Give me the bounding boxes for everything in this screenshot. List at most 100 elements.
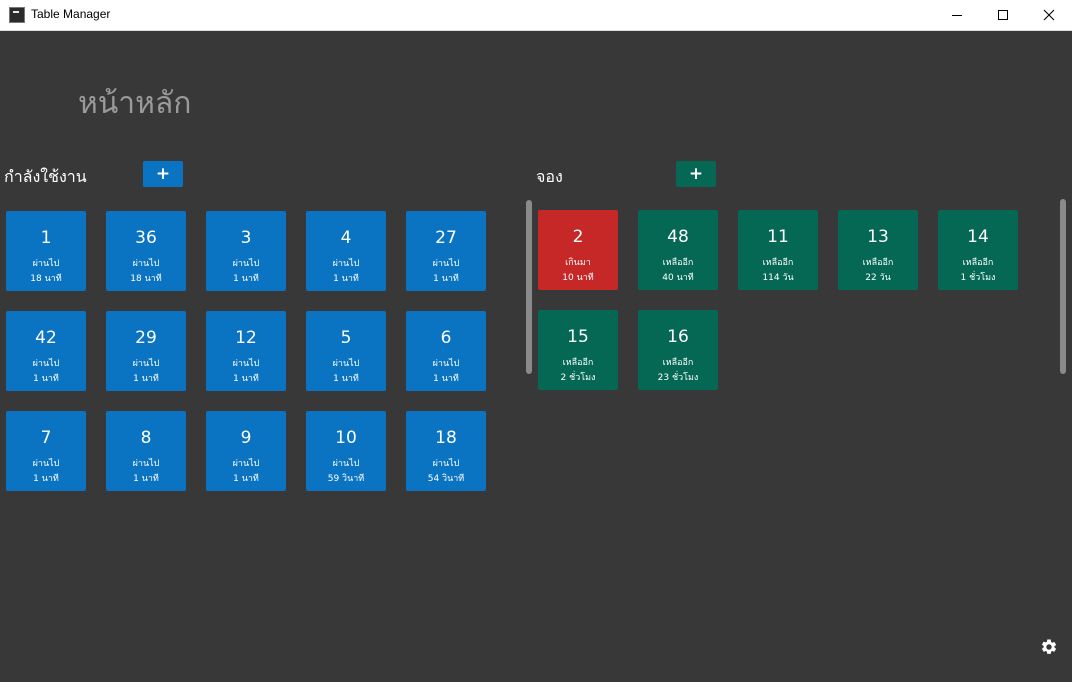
time-value: 1 นาที: [433, 374, 459, 384]
reserved-scrollbar[interactable]: [1060, 199, 1066, 374]
time-label: ผ่านไป: [132, 459, 160, 469]
minimize-button[interactable]: [934, 0, 980, 30]
time-label: ผ่านไป: [432, 259, 460, 269]
reserved-tile[interactable]: 16 เหลืออีก 23 ชั่วโมง: [638, 310, 718, 390]
active-tile[interactable]: 36 ผ่านไป 18 นาที: [106, 211, 186, 291]
time-label: ผ่านไป: [432, 359, 460, 369]
time-value: 23 ชั่วโมง: [657, 373, 699, 383]
active-scrollbar[interactable]: [526, 200, 532, 374]
time-label: ผ่านไป: [32, 259, 60, 269]
time-value: 1 นาที: [133, 374, 159, 384]
table-number: 29: [135, 328, 157, 348]
table-number: 8: [140, 428, 152, 448]
time-value: 1 นาที: [233, 274, 259, 284]
time-value: 59 วินาที: [327, 474, 365, 484]
table-number: 13: [867, 227, 889, 247]
active-tile[interactable]: 1 ผ่านไป 18 นาที: [6, 211, 86, 291]
table-number: 6: [440, 328, 452, 348]
time-label: ผ่านไป: [132, 359, 160, 369]
time-value: 1 ชั่วโมง: [960, 273, 996, 283]
active-tile[interactable]: 12 ผ่านไป 1 นาที: [206, 311, 286, 391]
time-value: 1 นาที: [33, 474, 59, 484]
time-value: 10 นาที: [562, 273, 594, 283]
table-number: 15: [567, 327, 589, 347]
time-label: ผ่านไป: [32, 359, 60, 369]
table-number: 5: [340, 328, 352, 348]
time-label: เหลืออีก: [662, 258, 694, 268]
add-reservation-button[interactable]: +: [676, 161, 716, 187]
time-label: ผ่านไป: [332, 459, 360, 469]
reserved-tile[interactable]: 14 เหลืออีก 1 ชั่วโมง: [938, 210, 1018, 290]
add-active-table-button[interactable]: +: [143, 161, 183, 187]
time-value: 114 วัน: [762, 273, 794, 283]
active-tile[interactable]: 18 ผ่านไป 54 วินาที: [406, 411, 486, 491]
table-number: 7: [40, 428, 52, 448]
close-icon: [1043, 9, 1055, 21]
active-tile[interactable]: 10 ผ่านไป 59 วินาที: [306, 411, 386, 491]
time-label: ผ่านไป: [232, 359, 260, 369]
gear-icon: [1041, 639, 1057, 654]
time-value: 1 นาที: [333, 374, 359, 384]
reserved-tile[interactable]: 15 เหลืออีก 2 ชั่วโมง: [538, 310, 618, 390]
table-number: 3: [240, 228, 252, 248]
time-value: 1 นาที: [133, 474, 159, 484]
time-label: ผ่านไป: [232, 259, 260, 269]
maximize-icon: [998, 10, 1008, 20]
time-value: 22 วัน: [865, 273, 891, 283]
time-value: 2 ชั่วโมง: [560, 373, 596, 383]
close-button[interactable]: [1026, 0, 1072, 30]
table-number: 10: [335, 428, 357, 448]
app-icon: [9, 7, 25, 23]
time-label: เหลืออีก: [562, 358, 594, 368]
table-number: 4: [340, 228, 352, 248]
active-section-title: กำลังใช้งาน: [4, 167, 87, 186]
time-label: เกินมา: [565, 258, 591, 268]
table-number: 2: [572, 227, 584, 247]
active-tile[interactable]: 3 ผ่านไป 1 นาที: [206, 211, 286, 291]
time-value: 40 นาที: [662, 273, 694, 283]
table-number: 42: [35, 328, 57, 348]
time-label: เหลืออีก: [662, 358, 694, 368]
time-value: 1 นาที: [333, 274, 359, 284]
reserved-tile[interactable]: 2 เกินมา 10 นาที: [538, 210, 618, 290]
time-value: 54 วินาที: [427, 474, 465, 484]
time-label: ผ่านไป: [232, 459, 260, 469]
time-label: เหลืออีก: [762, 258, 794, 268]
active-tile[interactable]: 9 ผ่านไป 1 นาที: [206, 411, 286, 491]
active-tile[interactable]: 6 ผ่านไป 1 นาที: [406, 311, 486, 391]
active-tile[interactable]: 7 ผ่านไป 1 นาที: [6, 411, 86, 491]
time-label: เหลืออีก: [962, 258, 994, 268]
time-value: 1 นาที: [233, 374, 259, 384]
table-number: 1: [40, 228, 52, 248]
reserved-tile[interactable]: 11 เหลืออีก 114 วัน: [738, 210, 818, 290]
table-number: 36: [135, 228, 157, 248]
time-label: เหลืออีก: [862, 258, 894, 268]
table-number: 12: [235, 328, 257, 348]
reserved-section-title: จอง: [536, 167, 563, 186]
table-number: 18: [435, 428, 457, 448]
table-number: 48: [667, 227, 689, 247]
table-number: 11: [767, 227, 789, 247]
time-value: 1 นาที: [433, 274, 459, 284]
maximize-button[interactable]: [980, 0, 1026, 30]
window-titlebar: Table Manager: [0, 0, 1072, 31]
time-value: 18 นาที: [130, 274, 162, 284]
active-tile[interactable]: 4 ผ่านไป 1 นาที: [306, 211, 386, 291]
settings-button[interactable]: [1040, 638, 1058, 656]
active-tile[interactable]: 42 ผ่านไป 1 นาที: [6, 311, 86, 391]
reserved-tile[interactable]: 13 เหลืออีก 22 วัน: [838, 210, 918, 290]
time-label: ผ่านไป: [32, 459, 60, 469]
active-tile[interactable]: 27 ผ่านไป 1 นาที: [406, 211, 486, 291]
window-title: Table Manager: [31, 7, 111, 21]
active-tile[interactable]: 29 ผ่านไป 1 นาที: [106, 311, 186, 391]
time-value: 1 นาที: [33, 374, 59, 384]
time-value: 18 นาที: [30, 274, 62, 284]
active-tile[interactable]: 5 ผ่านไป 1 นาที: [306, 311, 386, 391]
page-title: หน้าหลัก: [78, 86, 192, 121]
reserved-tile[interactable]: 48 เหลืออีก 40 นาที: [638, 210, 718, 290]
table-number: 16: [667, 327, 689, 347]
table-number: 14: [967, 227, 989, 247]
time-label: ผ่านไป: [332, 259, 360, 269]
active-tile[interactable]: 8 ผ่านไป 1 นาที: [106, 411, 186, 491]
minimize-icon: [952, 15, 962, 16]
